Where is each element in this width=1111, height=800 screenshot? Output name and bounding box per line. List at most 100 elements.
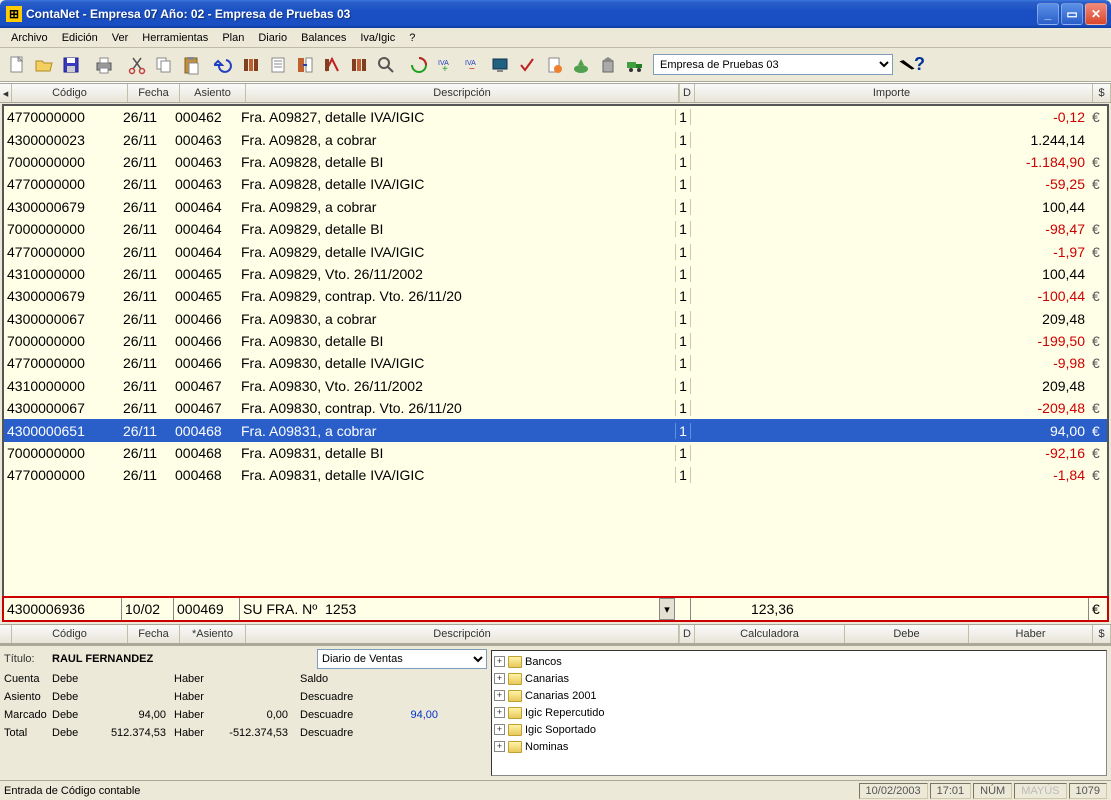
footer-currency[interactable]: $ — [1093, 625, 1111, 643]
menu-herramientas[interactable]: Herramientas — [135, 30, 215, 46]
tree-item[interactable]: +Nominas — [494, 738, 1104, 755]
input-asiento[interactable] — [174, 598, 240, 620]
footer-calculadora[interactable]: Calculadora — [695, 625, 845, 643]
search-icon[interactable] — [373, 52, 399, 78]
tree-item[interactable]: +Bancos — [494, 653, 1104, 670]
paste-icon[interactable] — [178, 52, 204, 78]
table-row[interactable]: 477000000026/11000468Fra. A09831, detall… — [4, 464, 1107, 486]
menu-archivo[interactable]: Archivo — [4, 30, 55, 46]
table-row[interactable]: 700000000026/11000463Fra. A09828, detall… — [4, 151, 1107, 173]
desc-dropdown-icon[interactable]: ▾ — [659, 598, 675, 620]
row-handle-header[interactable]: ◂ — [0, 84, 12, 102]
open-icon[interactable] — [31, 52, 57, 78]
new-icon[interactable] — [4, 52, 30, 78]
tool5-icon[interactable] — [346, 52, 372, 78]
iva-minus-icon[interactable]: IVA− — [460, 52, 486, 78]
table-row[interactable]: 430000067926/11000464Fra. A09829, a cobr… — [4, 196, 1107, 218]
tool3-icon[interactable] — [292, 52, 318, 78]
truck-icon[interactable] — [622, 52, 648, 78]
expand-icon[interactable]: + — [494, 741, 505, 752]
doc-icon[interactable] — [541, 52, 567, 78]
input-d[interactable] — [675, 598, 691, 620]
refresh-icon[interactable] — [406, 52, 432, 78]
table-row[interactable]: 477000000026/11000464Fra. A09829, detall… — [4, 240, 1107, 262]
toolbar: IVA+ IVA− Empresa de Pruebas 03 ? — [0, 48, 1111, 82]
expand-icon[interactable]: + — [494, 656, 505, 667]
col-fecha[interactable]: Fecha — [128, 84, 180, 102]
minimize-button[interactable]: _ — [1037, 3, 1059, 25]
footer-fecha[interactable]: Fecha — [128, 625, 180, 643]
table-row[interactable]: 700000000026/11000466Fra. A09830, detall… — [4, 330, 1107, 352]
undo-icon[interactable] — [211, 52, 237, 78]
expand-icon[interactable]: + — [494, 707, 505, 718]
table-row[interactable]: 477000000026/11000462Fra. A09827, detall… — [4, 106, 1107, 128]
menu-ver[interactable]: Ver — [105, 30, 136, 46]
grid-body[interactable]: 477000000026/11000462Fra. A09827, detall… — [2, 104, 1109, 596]
expand-icon[interactable]: + — [494, 724, 505, 735]
col-importe[interactable]: Importe — [695, 84, 1093, 102]
money-icon[interactable] — [568, 52, 594, 78]
table-row[interactable]: 431000000026/11000465Fra. A09829, Vto. 2… — [4, 263, 1107, 285]
menu-edicin[interactable]: Edición — [55, 30, 105, 46]
table-row[interactable]: 430000006726/11000466Fra. A09830, a cobr… — [4, 308, 1107, 330]
col-asiento[interactable]: Asiento — [180, 84, 246, 102]
col-currency[interactable]: $ — [1093, 84, 1111, 102]
table-row[interactable]: 430000067926/11000465Fra. A09829, contra… — [4, 285, 1107, 307]
table-row[interactable]: 700000000026/11000464Fra. A09829, detall… — [4, 218, 1107, 240]
print-icon[interactable] — [91, 52, 117, 78]
grid-area: ◂ Código Fecha Asiento Descripción D Imp… — [0, 82, 1111, 644]
table-row[interactable]: 477000000026/11000463Fra. A09828, detall… — [4, 173, 1107, 195]
footer-debe[interactable]: Debe — [845, 625, 969, 643]
cut-icon[interactable] — [124, 52, 150, 78]
input-descripcion[interactable] — [240, 598, 659, 620]
svg-text:+: + — [442, 64, 448, 75]
company-select[interactable]: Empresa de Pruebas 03 — [653, 54, 893, 75]
tree-item[interactable]: +Canarias — [494, 670, 1104, 687]
footer-codigo[interactable]: Código — [12, 625, 128, 643]
tool4-icon[interactable] — [319, 52, 345, 78]
footer-d[interactable]: D — [679, 625, 695, 643]
footer-handle — [0, 625, 12, 643]
check-icon[interactable] — [514, 52, 540, 78]
tool2-icon[interactable] — [265, 52, 291, 78]
table-row[interactable]: 477000000026/11000466Fra. A09830, detall… — [4, 352, 1107, 374]
copy-icon[interactable] — [151, 52, 177, 78]
footer-asiento[interactable]: *Asiento — [180, 625, 246, 643]
input-importe[interactable] — [691, 598, 1089, 620]
menubar: ArchivoEdiciónVerHerramientasPlanDiarioB… — [0, 28, 1111, 48]
save-icon[interactable] — [58, 52, 84, 78]
tree-item[interactable]: +Igic Repercutido — [494, 704, 1104, 721]
tree-panel[interactable]: +Bancos+Canarias+Canarias 2001+Igic Repe… — [491, 650, 1107, 776]
maximize-button[interactable]: ▭ — [1061, 3, 1083, 25]
entry-row: ▾ — [2, 596, 1109, 622]
input-fecha[interactable] — [122, 598, 174, 620]
screen-icon[interactable] — [487, 52, 513, 78]
col-codigo[interactable]: Código — [12, 84, 128, 102]
window-title: ContaNet - Empresa 07 Año: 02 - Empresa … — [26, 7, 1037, 21]
col-d[interactable]: D — [679, 84, 695, 102]
tool1-icon[interactable] — [238, 52, 264, 78]
close-button[interactable]: ✕ — [1085, 3, 1107, 25]
table-row[interactable]: 431000000026/11000467Fra. A09830, Vto. 2… — [4, 375, 1107, 397]
whats-this-icon[interactable]: ? — [901, 54, 925, 75]
tree-item[interactable]: +Igic Soportado — [494, 721, 1104, 738]
menu-plan[interactable]: Plan — [215, 30, 251, 46]
input-codigo[interactable] — [4, 598, 122, 620]
footer-descripcion[interactable]: Descripción — [246, 625, 679, 643]
menu-diario[interactable]: Diario — [251, 30, 294, 46]
menu-balances[interactable]: Balances — [294, 30, 353, 46]
building-icon[interactable] — [595, 52, 621, 78]
table-row[interactable]: 700000000026/11000468Fra. A09831, detall… — [4, 442, 1107, 464]
expand-icon[interactable]: + — [494, 673, 505, 684]
menu-[interactable]: ? — [402, 30, 422, 46]
table-row[interactable]: 430000002326/11000463Fra. A09828, a cobr… — [4, 128, 1107, 150]
diario-select[interactable]: Diario de Ventas — [317, 649, 487, 669]
footer-haber[interactable]: Haber — [969, 625, 1093, 643]
table-row[interactable]: 430000065126/11000468Fra. A09831, a cobr… — [4, 419, 1107, 441]
col-descripcion[interactable]: Descripción — [246, 84, 679, 102]
menu-ivaigic[interactable]: Iva/Igic — [353, 30, 402, 46]
tree-item[interactable]: +Canarias 2001 — [494, 687, 1104, 704]
table-row[interactable]: 430000006726/11000467Fra. A09830, contra… — [4, 397, 1107, 419]
iva-plus-icon[interactable]: IVA+ — [433, 52, 459, 78]
expand-icon[interactable]: + — [494, 690, 505, 701]
